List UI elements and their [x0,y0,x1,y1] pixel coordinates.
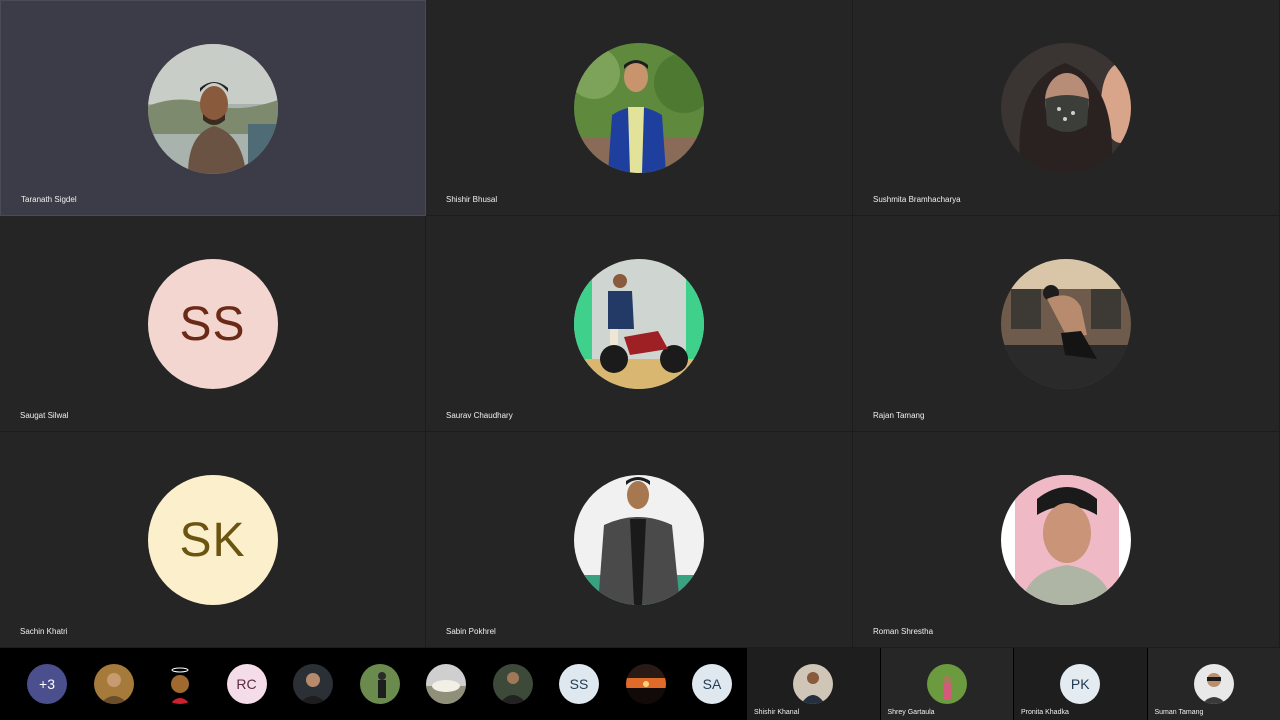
avatar-initials: PK [1060,664,1101,704]
participant-name: Saurav Chaudhary [446,411,513,420]
profile-photo-icon [574,475,704,605]
avatar [926,664,967,704]
avatar [1001,259,1131,389]
participant-name: Rajan Tamang [873,411,925,420]
participant-tile[interactable]: Saurav Chaudhary [426,216,853,432]
speaker-tiles: Shishir Khanal Shrey Gartaula PK Pronita… [746,648,1280,720]
participant-tile[interactable]: Rajan Tamang [853,216,1280,432]
participant-tile[interactable]: Taranath Sigdel [0,0,426,216]
cartoon-avatar-icon [160,664,200,704]
sunset-photo-icon [625,664,666,704]
profile-photo-icon [793,664,834,704]
avatar [1193,664,1234,704]
profile-photo-icon [359,664,400,704]
speaker-tile[interactable]: PK Pronita Khadka [1013,648,1147,720]
profile-photo-icon [574,259,704,389]
participant-name: Saugat Silwal [20,411,69,420]
profile-photo-icon [148,44,278,174]
avatar [574,259,704,389]
avatar-initials: SK [147,475,278,605]
profile-photo-icon [1001,43,1131,173]
participant-tile[interactable]: Roman Shrestha [853,432,1280,648]
participant-tile[interactable]: Sabin Pokhrel [426,432,853,648]
participant-thumbnail[interactable] [492,664,533,704]
participant-name: Pronita Khadka [1021,709,1069,716]
participant-thumbnail[interactable] [625,664,666,704]
participant-name: Shishir Bhusal [446,195,498,204]
participant-name: Shrey Gartaula [887,709,935,716]
profile-photo-icon [1001,475,1131,605]
more-participants-button[interactable]: +3 [27,664,67,704]
participant-tile[interactable]: Sushmita Bramhacharya [853,0,1280,216]
participant-name: Sabin Pokhrel [446,627,496,636]
participant-tile[interactable]: SK Sachin Khatri [0,432,426,648]
profile-photo-icon [1193,664,1234,704]
participant-name: Suman Tamang [1154,709,1204,716]
participant-thumbnail[interactable] [293,664,333,704]
participant-name: Sushmita Bramhacharya [873,195,961,204]
participant-tile[interactable]: Shishir Bhusal [426,0,853,216]
speaker-tile[interactable]: Shrey Gartaula [879,648,1013,720]
participant-initials[interactable]: RC [226,664,267,704]
participant-tile[interactable]: SS Saugat Silwal [0,216,426,432]
speaker-tile[interactable]: Suman Tamang [1146,648,1280,720]
bottom-bar: +3 RC SS SA Shishir Khanal Shrey Gartaul… [0,648,1280,720]
participant-thumbnail[interactable] [426,664,466,704]
participant-strip: +3 RC SS SA [0,648,746,720]
participant-initials[interactable]: SA [692,664,732,704]
avatar [574,475,704,605]
avatar-initials: SS [147,259,278,389]
participant-thumbnail[interactable] [93,664,134,704]
avatar [574,43,704,173]
profile-photo-icon [574,43,704,173]
participant-name: Taranath Sigdel [21,195,77,204]
participant-name: Shishir Khanal [754,709,800,716]
profile-photo-icon [492,664,533,704]
profile-photo-icon [293,664,333,704]
participant-thumbnail[interactable] [160,664,200,704]
avatar [148,44,278,174]
participant-grid: Taranath Sigdel Shishir Bhusal Sushmita … [0,0,1280,648]
profile-photo-icon [1001,259,1131,389]
speaker-tile[interactable]: Shishir Khanal [746,648,880,720]
participant-name: Roman Shrestha [873,627,934,636]
avatar [793,664,834,704]
participant-thumbnail[interactable] [359,664,400,704]
avatar [1001,475,1131,605]
participant-initials[interactable]: SS [559,664,599,704]
participant-name: Sachin Khatri [20,627,68,636]
profile-photo-icon [426,664,466,704]
profile-photo-icon [926,664,967,704]
avatar [1001,43,1131,173]
profile-photo-icon [93,664,134,704]
